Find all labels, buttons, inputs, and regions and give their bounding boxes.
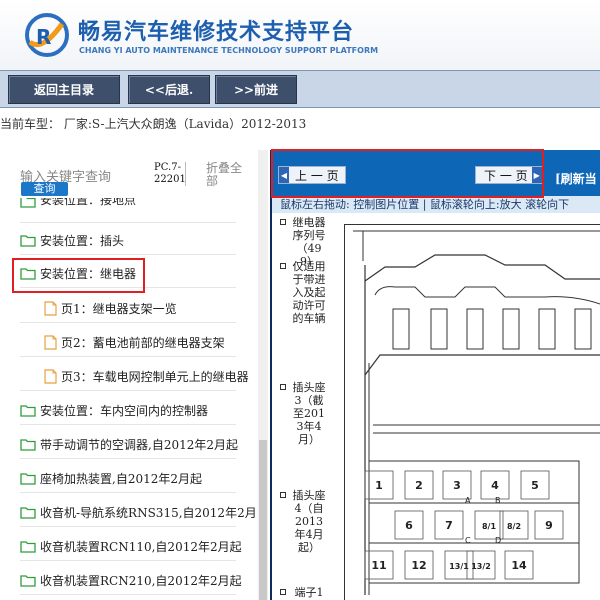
tree-folder-item[interactable]: 座椅加热装置,自2012年2月起: [20, 468, 202, 488]
relay-slot-label: 8/2: [507, 522, 521, 531]
tree-divider: [20, 492, 236, 493]
page-icon: [44, 300, 57, 316]
relay-slot-label: 12: [411, 559, 426, 572]
diagram-viewer: ◀ 上 一 页 下 一 页 ▶ [刷新当 鼠标左右拖动: 控制图片位置 | 鼠标…: [270, 150, 600, 600]
tree-divider: [20, 424, 236, 425]
nav-bar: 返回主目录 <<后退. >>前进: [0, 70, 600, 108]
pc-number: PC.7-22201: [154, 162, 186, 186]
legend-item: 仅适用于带进入及起动许可的车辆: [280, 260, 338, 325]
relay-slot-label: 2: [415, 479, 423, 492]
tree-divider: [20, 356, 236, 357]
relay-carrier-diagram[interactable]: 1 2 3 4 5 6 7 8/1 8/2 9 11 12 13/1 13/2 14 A B C D: [344, 224, 600, 600]
relay-slot-label: 6: [405, 519, 413, 532]
app-window: R 畅易汽车维修技术支持平台 CHANG YI AUTO MAINTENANCE…: [0, 0, 600, 600]
small-pin-label: B: [495, 496, 501, 505]
legend-item: 插头座4（自2013年4月起）: [280, 489, 338, 554]
left-scrollbar-thumb[interactable]: [259, 440, 267, 600]
relay-slot-label: 11: [371, 559, 386, 572]
page-icon: [44, 334, 57, 350]
folder-icon: [20, 574, 36, 587]
relay-slot-label: 4: [491, 479, 499, 492]
tree-item-label: 收音机装置RCN210,自2012年2月起: [40, 573, 242, 588]
selection-highlight-box: [12, 258, 145, 293]
tree-item-label: 座椅加热装置,自2012年2月起: [40, 471, 202, 486]
folder-icon: [20, 198, 36, 208]
page-icon: [44, 368, 57, 384]
tree-folder-item[interactable]: 安装位置：车内空间内的控制器: [20, 400, 208, 420]
tree-divider: [20, 322, 236, 323]
relay-slot-label: 13/1: [449, 562, 469, 571]
tree-item-label: 页2：蓄电池前部的继电器支架: [61, 335, 225, 350]
tree-folder-item[interactable]: 安装位置：接地点: [20, 198, 136, 208]
tree-item-label: 安装位置：接地点: [40, 198, 137, 207]
relay-slot-label: 13/2: [471, 562, 491, 571]
query-button[interactable]: 查询: [21, 182, 68, 196]
site-title: 畅易汽车维修技术支持平台: [78, 20, 355, 45]
tree-divider: [20, 594, 236, 595]
small-pin-label: A: [465, 496, 471, 505]
relay-slot-label: 14: [511, 559, 527, 572]
folder-icon: [20, 506, 36, 519]
tree-divider: [20, 526, 236, 527]
folder-icon: [20, 472, 36, 485]
small-pin-label: D: [495, 536, 501, 545]
relay-slot-label: 1: [375, 479, 383, 492]
tree-divider: [20, 390, 236, 391]
tree-item-label: 页1：继电器支架一览: [61, 301, 177, 316]
tree-item-label: 收音机-导航系统RNS315,自2012年2月: [40, 505, 257, 520]
tree-folder-item[interactable]: 收音机装置RCN210,自2012年2月起: [20, 570, 242, 590]
svg-text:R: R: [36, 25, 51, 49]
site-subtitle: CHANG YI AUTO MAINTENANCE TECHNOLOGY SUP…: [79, 46, 379, 55]
tree-item-label: 页3：车载电网控制单元上的继电器: [61, 369, 249, 384]
tree-item-label: 收音机装置RCN110,自2012年2月起: [40, 539, 242, 554]
back-button[interactable]: <<后退.: [128, 75, 210, 104]
relay-slot-label: 7: [445, 519, 453, 532]
refresh-link[interactable]: [刷新当: [555, 170, 597, 187]
forward-button[interactable]: >>前进: [215, 75, 297, 104]
relay-diagram-drawing: 1 2 3 4 56 7 8/1 8/2 911 12 13/1 13/2 14A BC D: [353, 230, 600, 595]
folder-icon: [20, 404, 36, 417]
tree-folder-item[interactable]: 收音机装置RCN110,自2012年2月起: [20, 536, 242, 556]
tree-divider: [20, 560, 236, 561]
cr-logo-icon: R: [25, 13, 69, 57]
tree-page-item[interactable]: 页2：蓄电池前部的继电器支架: [44, 332, 225, 352]
folder-icon: [20, 438, 36, 451]
legend-item: 端子15: [280, 586, 338, 600]
tree-folder-item[interactable]: 安装位置：插头: [20, 230, 124, 250]
tree-item-label: 安装位置：车内空间内的控制器: [40, 403, 209, 418]
mouse-hint: 鼠标左右拖动: 控制图片位置 | 鼠标滚轮向上:放大 滚轮向下: [272, 196, 600, 213]
tree-item-label: 安装位置：插头: [40, 233, 125, 248]
legend-item: 插头座3（截至2013年4月）: [280, 381, 338, 446]
relay-slot-label: 5: [531, 479, 539, 492]
relay-slot-label: 3: [453, 479, 461, 492]
folder-icon: [20, 234, 36, 247]
folder-icon: [20, 540, 36, 553]
tree-divider: [20, 222, 236, 223]
tree-divider: [20, 458, 236, 459]
header-banner: R 畅易汽车维修技术支持平台 CHANG YI AUTO MAINTENANCE…: [0, 0, 600, 70]
tree-folder-item[interactable]: 带手动调节的空调器,自2012年2月起: [20, 434, 238, 454]
tree-page-item[interactable]: 页3：车载电网控制单元上的继电器: [44, 366, 249, 386]
main-menu-button[interactable]: 返回主目录: [8, 75, 120, 104]
relay-slot-label: 8/1: [482, 522, 496, 531]
tree-divider: [20, 254, 236, 255]
small-pin-label: C: [465, 536, 471, 545]
current-car-model: 当前车型： 厂家:S-上汽大众朗逸（Lavida）2012-2013: [0, 117, 307, 131]
tree-folder-item[interactable]: 收音机-导航系统RNS315,自2012年2月: [20, 502, 257, 522]
relay-slot-label: 9: [545, 519, 553, 532]
tree-item-label: 带手动调节的空调器,自2012年2月起: [40, 437, 238, 452]
page-nav-highlight-box: [271, 149, 544, 198]
collapse-all-button[interactable]: 折叠全部: [206, 162, 246, 188]
tree-page-item[interactable]: 页1：继电器支架一览: [44, 298, 177, 318]
